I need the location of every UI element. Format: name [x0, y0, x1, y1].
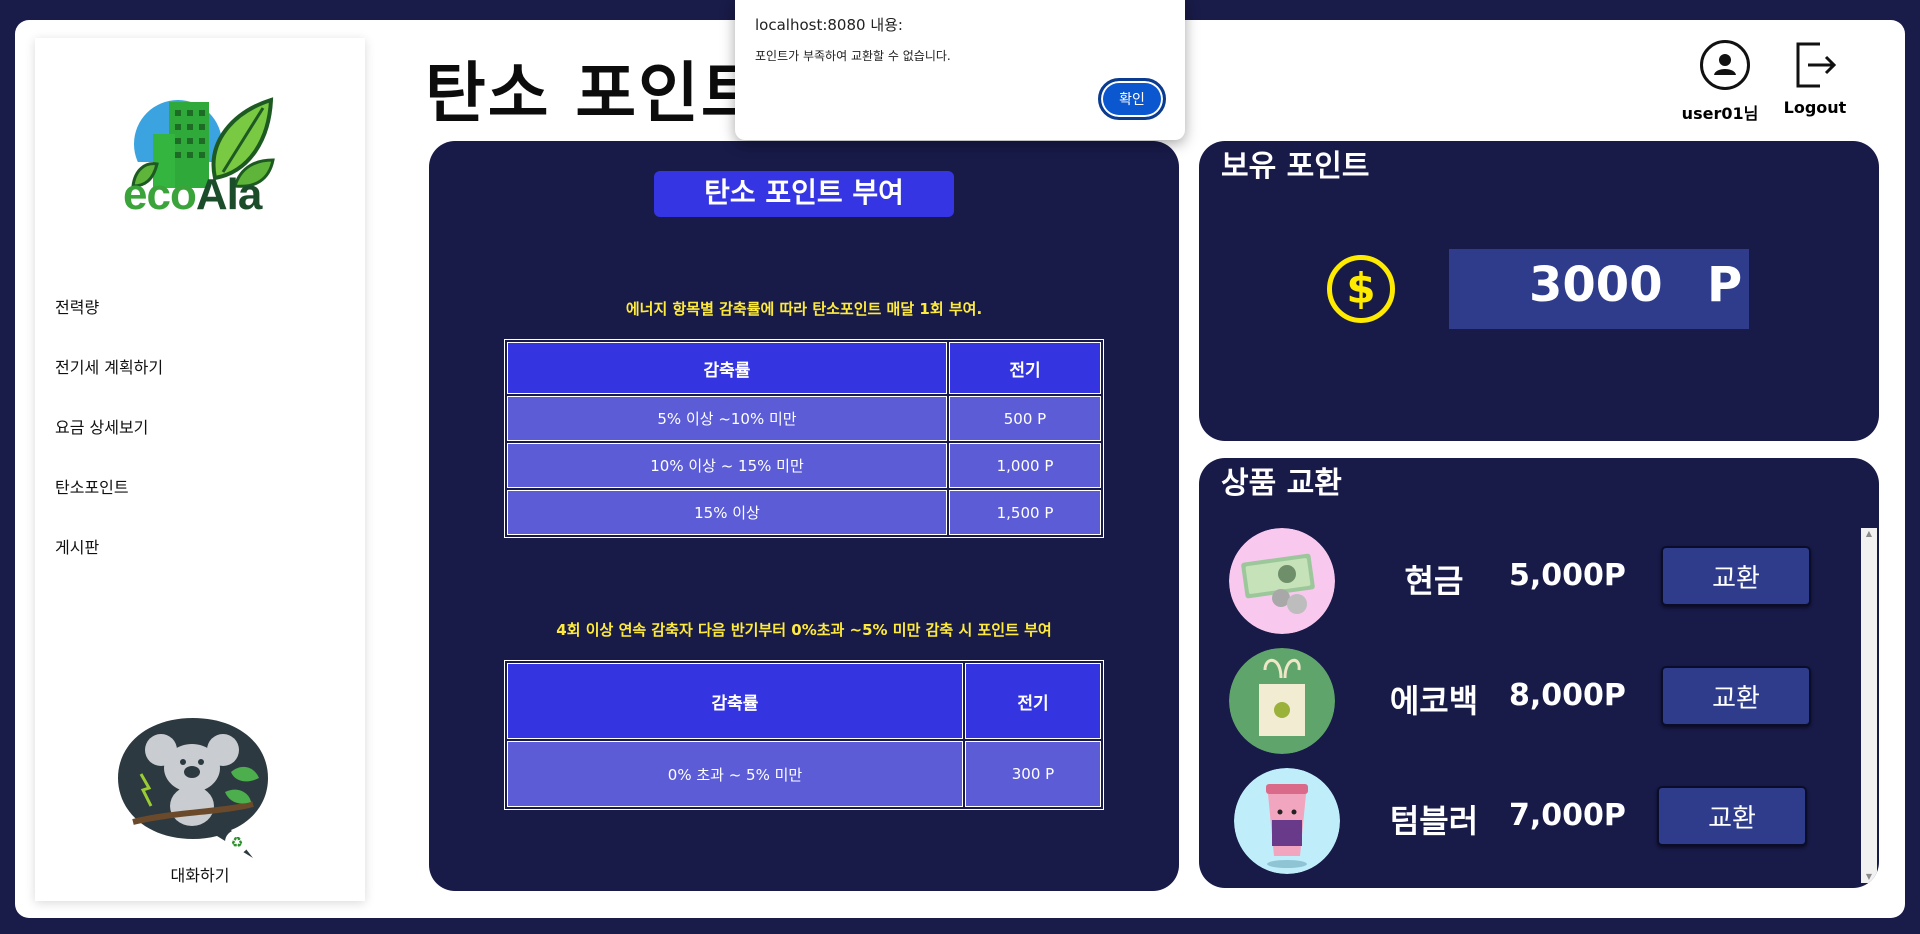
award-note-consecutive: 4회 이상 연속 감축자 다음 반기부터 0%초과 ~5% 미만 감축 시 포인…	[556, 621, 1052, 639]
logo-ala: Ala	[195, 170, 262, 219]
table-row: 5% 이상 ~10% 미만 500 P	[507, 396, 1101, 441]
logout-label: Logout	[1783, 98, 1847, 117]
product-price: 8,000P	[1509, 678, 1626, 713]
user-icon[interactable]	[1700, 40, 1750, 90]
logout-icon[interactable]	[1790, 40, 1840, 90]
table-cell: 300 P	[965, 741, 1101, 807]
sidebar-item-bill-plan[interactable]: 전기세 계획하기	[55, 338, 163, 398]
user-label: user01님	[1681, 104, 1759, 123]
sidebar-item-carbon-point[interactable]: 탄소포인트	[55, 458, 163, 518]
product-name: 텀블러	[1389, 802, 1479, 840]
product-name: 에코백	[1389, 682, 1479, 720]
exchange-tumbler-button[interactable]: 교환	[1657, 786, 1807, 846]
points-display: 3000 P	[1449, 249, 1749, 329]
table-header: 전기	[965, 663, 1101, 739]
svg-text:♻: ♻	[231, 835, 244, 851]
award-title: 탄소 포인트 부여	[654, 171, 954, 217]
table-header: 감축률	[507, 342, 947, 394]
points-unit: P	[1707, 257, 1743, 313]
exchange-panel: 상품 교환 현금 5,000P 교환 에코백 8,000P 교환 텀블러 7,0…	[1199, 458, 1879, 888]
product-price: 5,000P	[1509, 558, 1626, 593]
sidebar-nav: 전력량 전기세 계획하기 요금 상세보기 탄소포인트 게시판	[55, 278, 163, 578]
chatbot-koala-icon[interactable]: ♻	[113, 712, 273, 862]
alert-dialog: localhost:8080 내용: 포인트가 부족하여 교환할 수 없습니다.…	[735, 0, 1185, 140]
award-note-monthly: 에너지 항목별 감축률에 따라 탄소포인트 매달 1회 부여.	[625, 300, 983, 318]
alert-ok-button[interactable]: 확인	[1098, 78, 1166, 120]
scroll-up-icon[interactable]: ▲	[1861, 528, 1877, 540]
tumbler-icon	[1234, 768, 1340, 874]
points-panel: 보유 포인트 $ 3000 P	[1199, 141, 1879, 441]
table-header: 전기	[949, 342, 1101, 394]
ecobag-icon	[1229, 648, 1335, 754]
award-table-monthly: 감축률 전기 5% 이상 ~10% 미만 500 P 10% 이상 ~ 15% …	[504, 339, 1104, 538]
sidebar-item-fee-detail[interactable]: 요금 상세보기	[55, 398, 163, 458]
table-cell: 5% 이상 ~10% 미만	[507, 396, 947, 441]
exchange-title: 상품 교환	[1221, 466, 1342, 501]
points-title: 보유 포인트	[1221, 149, 1370, 184]
table-row: 0% 초과 ~ 5% 미만 300 P	[507, 741, 1101, 807]
table-cell: 1,000 P	[949, 443, 1101, 488]
logout-button[interactable]: Logout	[1780, 40, 1850, 117]
product-price: 7,000P	[1509, 798, 1626, 833]
logo-text: ecoAla	[123, 170, 283, 220]
logo-eco: eco	[123, 170, 197, 219]
sidebar-item-power[interactable]: 전력량	[55, 278, 163, 338]
exchange-ecobag-button[interactable]: 교환	[1661, 666, 1811, 726]
table-cell: 15% 이상	[507, 490, 947, 535]
product-name: 현금	[1404, 562, 1464, 600]
cash-icon	[1229, 528, 1335, 634]
table-row: 15% 이상 1,500 P	[507, 490, 1101, 535]
sidebar: ecoAla 전력량 전기세 계획하기 요금 상세보기 탄소포인트 게시판 ♻ …	[35, 38, 365, 901]
chat-label[interactable]: 대화하기	[35, 862, 365, 886]
dollar-coin-icon: $	[1327, 255, 1395, 323]
table-row: 10% 이상 ~ 15% 미만 1,000 P	[507, 443, 1101, 488]
user-profile[interactable]: user01님	[1682, 40, 1760, 124]
award-table-consecutive: 감축률 전기 0% 초과 ~ 5% 미만 300 P	[504, 660, 1104, 810]
point-award-panel: 탄소 포인트 부여 에너지 항목별 감축률에 따라 탄소포인트 매달 1회 부여…	[429, 141, 1179, 891]
points-value: 3000	[1529, 257, 1663, 313]
sidebar-item-board[interactable]: 게시판	[55, 518, 163, 578]
table-cell: 500 P	[949, 396, 1101, 441]
table-cell: 1,500 P	[949, 490, 1101, 535]
alert-message: 포인트가 부족하여 교환할 수 없습니다.	[755, 49, 951, 63]
alert-origin: localhost:8080 내용:	[755, 16, 903, 34]
table-header: 감축률	[507, 663, 963, 739]
list-item: 현금 5,000P 교환	[1199, 528, 1859, 638]
scroll-down-icon[interactable]: ▼	[1861, 871, 1877, 883]
table-cell: 10% 이상 ~ 15% 미만	[507, 443, 947, 488]
list-item: 에코백 8,000P 교환	[1199, 648, 1859, 758]
page-title: 탄소 포인트	[425, 55, 764, 132]
exchange-scrollbar[interactable]: ▲ ▼	[1861, 528, 1877, 883]
list-item: 텀블러 7,000P 교환	[1199, 768, 1859, 878]
table-cell: 0% 초과 ~ 5% 미만	[507, 741, 963, 807]
exchange-cash-button[interactable]: 교환	[1661, 546, 1811, 606]
